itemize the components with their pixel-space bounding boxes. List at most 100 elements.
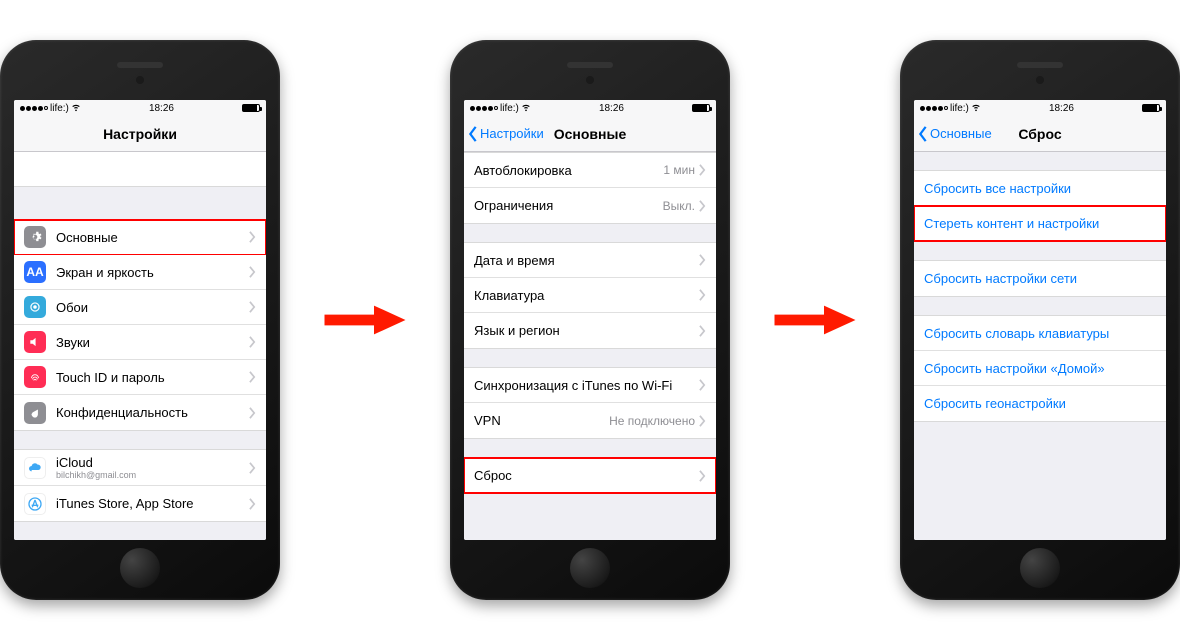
iphone-mockup-2: life:) 18:26 Настройки Основные Автоблок… — [450, 40, 730, 600]
page-title: Сброс — [1018, 126, 1061, 142]
status-bar: life:) 18:26 — [14, 100, 266, 116]
clock-label: 18:26 — [599, 103, 624, 114]
row-label: VPN — [474, 413, 609, 428]
row-value: Выкл. — [663, 199, 695, 213]
page-title: Настройки — [103, 126, 177, 142]
cloud-icon — [24, 457, 46, 479]
settings-row-privacy[interactable]: Конфиденциальность — [14, 395, 266, 430]
chevron-right-icon — [699, 289, 706, 301]
row-language[interactable]: Язык и регион — [464, 313, 716, 348]
row-label: Звуки — [56, 335, 249, 350]
carrier-label: life:) — [500, 103, 519, 114]
row-label: Touch ID и пароль — [56, 370, 249, 385]
row-reset-all[interactable]: Сбросить все настройки — [914, 171, 1166, 206]
row-label: Сброс — [474, 468, 699, 483]
chevron-right-icon — [699, 470, 706, 482]
row-reset[interactable]: Сброс — [464, 458, 716, 493]
settings-row-itunes[interactable]: iTunes Store, App Store — [14, 486, 266, 521]
row-sublabel: bilchikh@gmail.com — [56, 470, 249, 480]
chevron-right-icon — [699, 325, 706, 337]
wifi-icon — [971, 102, 981, 115]
carrier-label: life:) — [50, 103, 69, 114]
row-autolock[interactable]: Автоблокировка 1 мин — [464, 153, 716, 188]
back-button[interactable]: Основные — [918, 126, 992, 142]
settings-row-icloud[interactable]: iCloud bilchikh@gmail.com — [14, 450, 266, 486]
row-erase-content[interactable]: Стереть контент и настройки — [914, 206, 1166, 241]
row-label: Дата и время — [474, 253, 699, 268]
chevron-right-icon — [699, 415, 706, 427]
row-reset-location[interactable]: Сбросить геонастройки — [914, 386, 1166, 421]
row-reset-home[interactable]: Сбросить настройки «Домой» — [914, 351, 1166, 386]
row-keyboard[interactable]: Клавиатура — [464, 278, 716, 313]
row-value: Не подключено — [609, 414, 695, 428]
row-label: Язык и регион — [474, 323, 699, 338]
status-bar: life:) 18:26 — [914, 100, 1166, 116]
chevron-right-icon — [249, 407, 256, 419]
settings-row-general[interactable]: Основные — [14, 220, 266, 255]
battery-icon — [1142, 104, 1160, 112]
row-vpn[interactable]: VPN Не подключено — [464, 403, 716, 438]
back-label: Основные — [930, 126, 992, 141]
settings-row-display[interactable]: AA Экран и яркость — [14, 255, 266, 290]
row-label: Синхронизация с iTunes по Wi-Fi — [474, 378, 699, 393]
row-label: Обои — [56, 300, 249, 315]
row-label: Экран и яркость — [56, 265, 249, 280]
chevron-right-icon — [699, 164, 706, 176]
display-icon: AA — [24, 261, 46, 283]
chevron-right-icon — [249, 266, 256, 278]
chevron-right-icon — [699, 379, 706, 391]
chevron-right-icon — [249, 498, 256, 510]
carrier-label: life:) — [950, 103, 969, 114]
arrow-right-icon — [770, 300, 860, 340]
row-itunes-sync[interactable]: Синхронизация с iTunes по Wi-Fi — [464, 368, 716, 403]
wifi-icon — [521, 102, 531, 115]
nav-bar: Основные Сброс — [914, 116, 1166, 152]
gear-icon — [24, 226, 46, 248]
row-label: Клавиатура — [474, 288, 699, 303]
settings-row-wallpaper[interactable]: Обои — [14, 290, 266, 325]
chevron-right-icon — [249, 462, 256, 474]
chevron-right-icon — [699, 254, 706, 266]
iphone-mockup-1: life:) 18:26 Настройки Основные — [0, 40, 280, 600]
chevron-right-icon — [249, 336, 256, 348]
page-title: Основные — [554, 126, 627, 142]
chevron-right-icon — [249, 301, 256, 313]
sounds-icon — [24, 331, 46, 353]
row-label: Сбросить геонастройки — [924, 396, 1156, 411]
row-label: iTunes Store, App Store — [56, 496, 249, 511]
appstore-icon — [24, 493, 46, 515]
clock-label: 18:26 — [149, 103, 174, 114]
chevron-right-icon — [249, 371, 256, 383]
back-label: Настройки — [480, 126, 544, 141]
row-label: Сбросить настройки «Домой» — [924, 361, 1156, 376]
settings-row-touchid[interactable]: Touch ID и пароль — [14, 360, 266, 395]
row-label: iCloud — [56, 455, 249, 470]
row-label: Ограничения — [474, 198, 663, 213]
iphone-mockup-3: life:) 18:26 Основные Сброс Сбросить все… — [900, 40, 1180, 600]
row-label: Основные — [56, 230, 249, 245]
row-label: Сбросить словарь клавиатуры — [924, 326, 1156, 341]
arrow-right-icon — [320, 300, 410, 340]
row-label: Сбросить настройки сети — [924, 271, 1156, 286]
row-label: Конфиденциальность — [56, 405, 249, 420]
battery-icon — [692, 104, 710, 112]
row-value: 1 мин — [663, 163, 695, 177]
row-datetime[interactable]: Дата и время — [464, 243, 716, 278]
hand-icon — [24, 402, 46, 424]
chevron-right-icon — [249, 231, 256, 243]
back-button[interactable]: Настройки — [468, 126, 544, 142]
row-label: Автоблокировка — [474, 163, 663, 178]
fingerprint-icon — [24, 366, 46, 388]
nav-bar: Настройки — [14, 116, 266, 152]
row-restrictions[interactable]: Ограничения Выкл. — [464, 188, 716, 223]
status-bar: life:) 18:26 — [464, 100, 716, 116]
battery-icon — [242, 104, 260, 112]
row-reset-keyboard[interactable]: Сбросить словарь клавиатуры — [914, 316, 1166, 351]
settings-row-sounds[interactable]: Звуки — [14, 325, 266, 360]
wifi-icon — [71, 102, 81, 115]
row-label: Сбросить все настройки — [924, 181, 1156, 196]
nav-bar: Настройки Основные — [464, 116, 716, 152]
clock-label: 18:26 — [1049, 103, 1074, 114]
row-reset-network[interactable]: Сбросить настройки сети — [914, 261, 1166, 296]
wallpaper-icon — [24, 296, 46, 318]
